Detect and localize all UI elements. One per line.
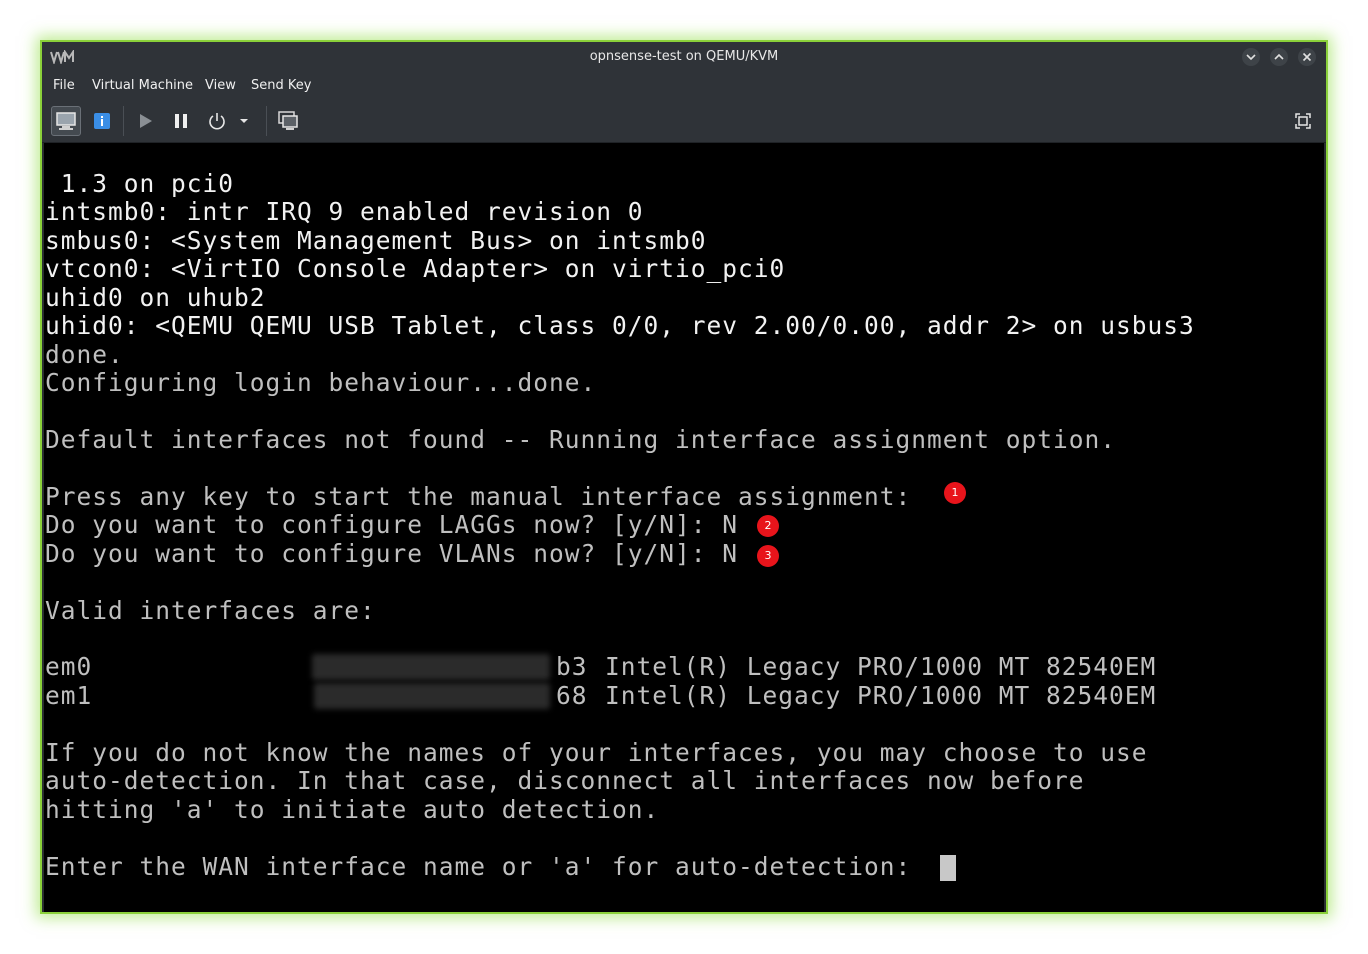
redacted-mac-address — [314, 683, 550, 709]
menu-virtual-machine[interactable]: Virtual Machine — [92, 78, 193, 93]
toolbar-separator — [266, 106, 267, 136]
console-line: hitting 'a' to initiate auto detection. — [45, 795, 660, 824]
text-cursor — [940, 855, 956, 881]
console-line: Do you want to configure LAGGs now? [y/N… — [45, 510, 739, 539]
close-button[interactable] — [1298, 48, 1316, 66]
console-view-button[interactable] — [51, 106, 81, 136]
close-icon — [1302, 52, 1312, 62]
console-line: Configuring login behaviour...done. — [45, 368, 597, 397]
console-line: done. — [45, 340, 124, 369]
details-view-button[interactable] — [87, 106, 117, 136]
annotation-badge-3: 3 — [757, 545, 779, 567]
console-line: Valid interfaces are: — [45, 596, 376, 625]
toolbar — [42, 100, 1326, 143]
console-line: Do you want to configure VLANs now? [y/N… — [45, 539, 739, 568]
fullscreen-button[interactable] — [1288, 106, 1318, 136]
console-line: Default interfaces not found -- Running … — [45, 425, 1117, 454]
annotation-badge-1: 1 — [944, 482, 966, 504]
console-line: vtcon0: <VirtIO Console Adapter> on virt… — [45, 254, 786, 283]
vm-console[interactable]: 1.3 on pci0 intsmb0: intr IRQ 9 enabled … — [44, 143, 1324, 912]
vm-window: opnsense-test on QEMU/KVM File Virtual M… — [40, 40, 1328, 914]
pause-button[interactable] — [166, 106, 196, 136]
annotation-badge-2: 2 — [757, 515, 779, 537]
power-icon — [209, 113, 225, 130]
console-line: Enter the WAN interface name or 'a' for … — [45, 852, 912, 881]
console-line: smbus0: <System Management Bus> on intsm… — [45, 226, 707, 255]
chevron-down-icon — [1246, 54, 1256, 61]
console-line: If you do not know the names of your int… — [45, 738, 1148, 767]
interface-name: em0 — [45, 652, 93, 681]
snapshots-button[interactable] — [273, 106, 303, 136]
redacted-mac-address — [312, 654, 550, 680]
interface-description: Intel(R) Legacy PRO/1000 MT 82540EM — [605, 652, 1157, 681]
window-title: opnsense-test on QEMU/KVM — [589, 49, 779, 64]
play-icon — [140, 114, 152, 128]
menu-bar: File Virtual Machine View Send Key — [42, 72, 1326, 100]
chevron-up-icon — [1274, 53, 1284, 60]
interface-description: Intel(R) Legacy PRO/1000 MT 82540EM — [605, 681, 1157, 710]
console-line: uhid0: <QEMU QEMU USB Tablet, class 0/0,… — [45, 311, 1195, 340]
title-bar[interactable]: opnsense-test on QEMU/KVM — [42, 42, 1326, 72]
run-button[interactable] — [130, 106, 160, 136]
mac-suffix: b3 — [556, 652, 588, 681]
menu-send-key[interactable]: Send Key — [251, 78, 311, 93]
shutdown-button[interactable] — [202, 106, 232, 136]
caret-down-icon — [240, 119, 248, 123]
info-icon — [94, 113, 110, 129]
menu-file[interactable]: File — [53, 78, 75, 93]
shutdown-menu-button[interactable] — [234, 106, 254, 136]
interface-name: em1 — [45, 681, 93, 710]
monitor-icon — [56, 112, 76, 130]
console-line: uhid0 on uhub2 — [45, 283, 266, 312]
fullscreen-icon — [1295, 113, 1311, 129]
menu-view[interactable]: View — [205, 78, 236, 93]
mac-suffix: 68 — [556, 681, 588, 710]
pause-icon — [175, 114, 187, 128]
minimize-button[interactable] — [1242, 48, 1260, 66]
console-line: 1.3 on pci0 — [45, 169, 235, 198]
snapshots-icon — [278, 111, 298, 130]
console-line: Press any key to start the manual interf… — [45, 482, 912, 511]
console-line: auto-detection. In that case, disconnect… — [45, 766, 1085, 795]
maximize-button[interactable] — [1270, 48, 1288, 66]
console-line: intsmb0: intr IRQ 9 enabled revision 0 — [45, 197, 644, 226]
toolbar-separator — [123, 106, 124, 136]
